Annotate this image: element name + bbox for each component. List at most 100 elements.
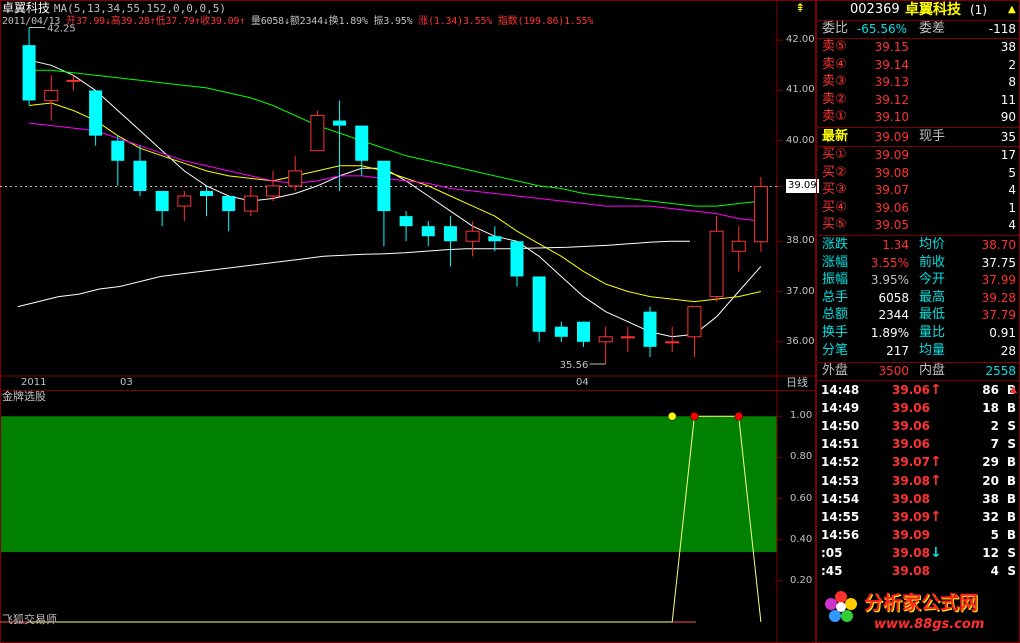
- candle-body: [44, 89, 59, 101]
- tick-price: 39.06: [892, 419, 930, 434]
- price-tick-label: 41.00: [786, 84, 815, 96]
- stat-label: 前收: [919, 254, 946, 270]
- tick-side: B: [1006, 401, 1016, 416]
- time-axis: 2011 03 04 日线: [0, 376, 816, 390]
- ask-price: 39.12: [874, 92, 909, 107]
- candle-body: [665, 341, 680, 344]
- candle-body: [66, 79, 81, 82]
- tick-time: :45: [821, 564, 843, 578]
- max-annotation-label: 42.25: [47, 24, 76, 35]
- candle-body: [443, 226, 457, 242]
- tick-scroll-up[interactable]: ▲: [1010, 383, 1017, 397]
- candle-body: [355, 125, 369, 161]
- tick-side: B: [1006, 455, 1016, 470]
- stat-row: 涨跌 1.34 均价 38.70: [818, 237, 1019, 253]
- tick-price: 39.06: [892, 383, 930, 397]
- ask-price: 39.15: [874, 40, 909, 54]
- stat-value: 39.28: [981, 290, 1016, 305]
- stat-label: 振幅: [822, 272, 849, 288]
- tick-time: 14:55: [821, 509, 860, 524]
- tick-row: 14:48 39.06 86 B ↑: [818, 382, 1019, 398]
- weibi-value: -65.56%: [856, 22, 907, 36]
- tick-price: 39.06: [892, 437, 930, 452]
- weicha-value: -118: [988, 22, 1016, 36]
- stat-value: 3.55%: [870, 255, 909, 270]
- stat-value: 3.95%: [870, 273, 909, 288]
- stat-label: 均价: [919, 237, 946, 252]
- tick-volume: 2: [990, 419, 999, 434]
- tick-price: 39.08: [892, 564, 930, 578]
- stat-row: 振幅 3.95% 今开 37.99: [818, 272, 1019, 288]
- bid-volume: 5: [1008, 165, 1016, 180]
- tick-volume: 38: [982, 491, 999, 506]
- bid-price: 39.05: [874, 218, 909, 233]
- bid-volume: 4: [1008, 183, 1016, 198]
- bid-price: 39.08: [874, 165, 909, 180]
- bid-volume: 4: [1008, 218, 1016, 233]
- tick-time: 14:53: [821, 473, 860, 488]
- period-button[interactable]: 日线: [786, 376, 808, 390]
- tick-volume: 32: [982, 509, 999, 524]
- watermark: 分析家公式网 www.88gs.com: [818, 586, 1018, 642]
- signal-zone: [1, 416, 777, 553]
- ask-price: 39.10: [874, 110, 909, 125]
- candle-body: [288, 170, 303, 187]
- tick-row: 14:50 39.06 2 S: [818, 418, 1019, 434]
- market-tag: (1): [970, 3, 987, 17]
- candle-body: [709, 230, 724, 298]
- stat-value: 217: [886, 343, 909, 358]
- scroll-up-icon[interactable]: ▲: [1008, 2, 1016, 18]
- ask-row: 卖② 39.12 11: [818, 92, 1019, 108]
- stat-label: 涨幅: [822, 254, 849, 270]
- bid-volume: 17: [1000, 148, 1016, 162]
- ma152-line: [17, 240, 690, 308]
- ask-row: 卖① 39.10 90: [818, 109, 1019, 125]
- time-label-04: 04: [576, 377, 589, 388]
- up-arrow-icon: ↑: [930, 382, 942, 398]
- waipan-label: 外盘: [822, 363, 849, 378]
- ask-volume: 8: [1008, 75, 1016, 90]
- tick-volume: 18: [982, 401, 999, 416]
- bid-row: 买④ 39.06 1: [818, 200, 1019, 216]
- xianshou-value: 35: [1000, 130, 1016, 144]
- stat-label: 均量: [919, 342, 946, 358]
- time-label-03: 03: [120, 377, 133, 388]
- watermark-text: 分析家公式网: [864, 592, 979, 614]
- stat-value: 2344: [878, 308, 909, 323]
- stat-label: 涨跌: [822, 237, 849, 252]
- stat-value: 37.75: [981, 255, 1016, 270]
- tick-price: 39.09: [892, 527, 930, 542]
- latest-label: 最新: [822, 129, 849, 144]
- bid-label: 买④: [822, 199, 847, 215]
- candle-body: [687, 306, 702, 338]
- tick-price: 39.09: [892, 509, 930, 524]
- neipan-value: 2558: [985, 364, 1016, 378]
- stock-code: 002369: [850, 2, 900, 17]
- ma13-line: [29, 102, 762, 303]
- stat-label: 最高: [919, 289, 946, 305]
- tick-price: 39.08: [892, 473, 930, 488]
- bid-label: 买⑤: [822, 217, 847, 233]
- tick-time: 14:56: [821, 527, 860, 542]
- tick-side: S: [1007, 545, 1016, 560]
- stat-value: 28: [1000, 343, 1016, 358]
- ask-label: 卖⑤: [822, 39, 847, 54]
- stat-value: 0.91: [989, 326, 1016, 340]
- candle-body: [333, 120, 347, 126]
- signal-dot: [734, 412, 743, 421]
- candle-body: [133, 160, 147, 191]
- tick-time: 14:52: [821, 455, 860, 470]
- candle-body: [22, 45, 36, 101]
- candle-body: [620, 336, 635, 339]
- stat-label: 分笔: [822, 342, 849, 358]
- stat-row: 换手 1.89% 量比 0.91: [818, 325, 1019, 341]
- price-tick-label: 42.00: [786, 34, 815, 46]
- bid-label: 买③: [822, 182, 847, 198]
- tick-row: 14:49 39.06 18 B: [818, 400, 1019, 416]
- latest-row: 最新 39.09 现手 35: [818, 129, 1019, 145]
- candle-body: [488, 236, 502, 242]
- tick-row: :05 39.08 12 S ↓: [818, 545, 1019, 561]
- logo-flower-icon: [824, 590, 858, 624]
- up-arrow-icon: ↑: [930, 508, 942, 525]
- stat-row: 涨幅 3.55% 前收 37.75: [818, 255, 1019, 271]
